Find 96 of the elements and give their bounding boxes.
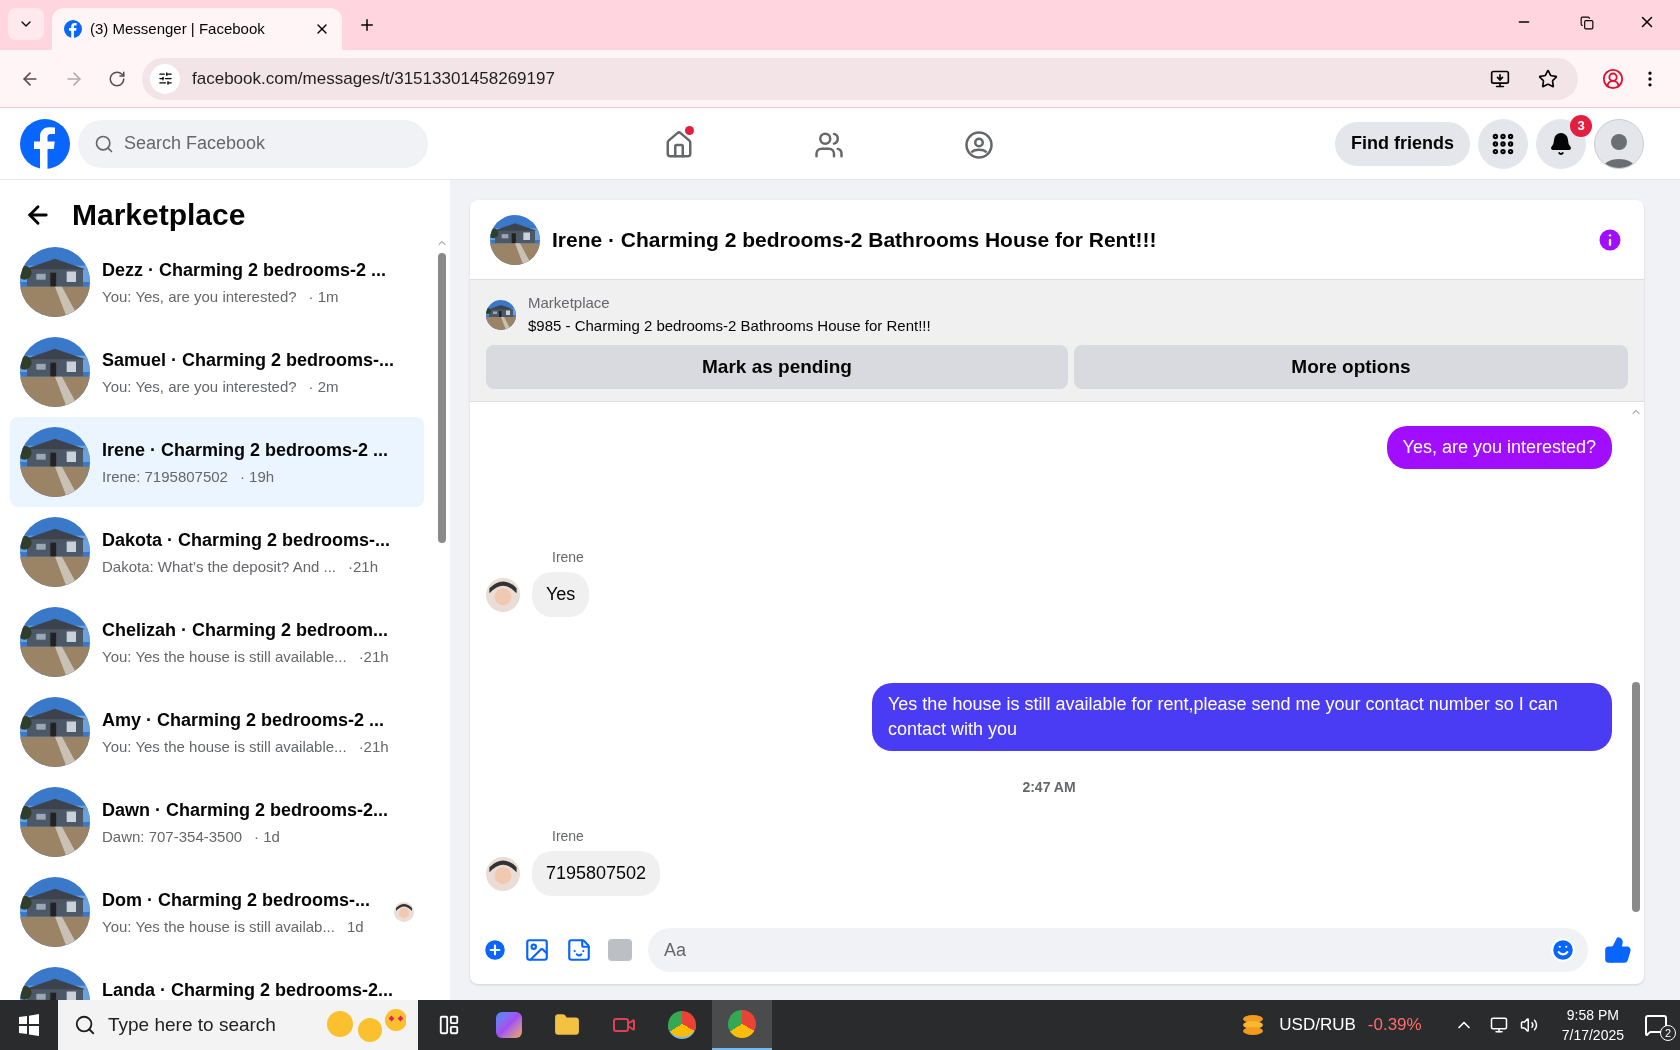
- find-friends-button[interactable]: Find friends: [1335, 121, 1470, 166]
- clock-time: 9:58 PM: [1566, 1006, 1619, 1025]
- task-view-icon[interactable]: [438, 1014, 460, 1036]
- tab-list-button[interactable]: [8, 8, 44, 40]
- sender-name: Irene: [552, 548, 585, 567]
- conversation-title: Irene · Charming 2 bedrooms-2 ...: [102, 439, 390, 462]
- received-message: 7195807502: [532, 851, 661, 896]
- listing-action-button[interactable]: Mark as pending: [486, 345, 1068, 389]
- search-icon: [74, 1014, 96, 1036]
- avatar-icon: [394, 902, 414, 922]
- profile-icon[interactable]: [1602, 67, 1624, 90]
- received-message: Yes: [532, 572, 590, 617]
- sent-message: Yes, are you interested?: [1386, 426, 1612, 469]
- message-preview: You: Yes, are you interested?: [102, 287, 297, 307]
- group-icon[interactable]: [964, 130, 994, 160]
- conversation-title: Samuel · Charming 2 bedrooms-...: [102, 349, 396, 372]
- message-time: ·21h: [358, 647, 389, 667]
- account-button[interactable]: [1594, 118, 1644, 169]
- url-text: facebook.com/messages/t/31513301458269197: [192, 67, 555, 90]
- message-time: · 1m: [308, 287, 339, 307]
- message-time: · 2m: [308, 377, 339, 397]
- conversation-title: Chelizah · Charming 2 bedroom...: [102, 619, 390, 642]
- timestamp: 2:47 AM: [1022, 778, 1076, 797]
- message-time: ·21h: [348, 557, 379, 577]
- message-preview: You: Yes the house is still available...: [102, 647, 347, 667]
- emoji-icon: [326, 1008, 406, 1042]
- bookmark-icon[interactable]: [1538, 68, 1558, 89]
- search-icon: [94, 133, 114, 154]
- add-icon[interactable]: [482, 937, 508, 963]
- logo-icon[interactable]: [20, 118, 70, 169]
- conversation-item[interactable]: Samuel · Charming 2 bedrooms-... You: Yes, are you interested? · 2m: [10, 327, 424, 417]
- sender-name: Irene: [552, 827, 585, 846]
- browser-app-icon[interactable]: [712, 1000, 772, 1050]
- conversation-item[interactable]: Irene · Charming 2 bedrooms-2 ... Irene: 7195807502 · 19h: [10, 417, 424, 507]
- ticker-change: -0.39%: [1367, 1014, 1422, 1037]
- avatar-icon: [486, 577, 520, 612]
- conversation-title: Landa · Charming 2 bedrooms-2...: [102, 979, 395, 1000]
- copilot-icon[interactable]: [496, 1012, 522, 1038]
- notifications-button[interactable]: [1536, 118, 1586, 169]
- conversation-title: Dom · Charming 2 bedrooms-...: [102, 889, 372, 912]
- tab-title: (3) Messenger | Facebook: [90, 18, 266, 39]
- notification-count: 2: [1660, 1025, 1676, 1041]
- sidebar-title: Marketplace: [72, 197, 246, 233]
- menu-button[interactable]: [1478, 118, 1528, 169]
- message-time: ·21h: [358, 737, 389, 757]
- ticker-label: USD/RUB: [1279, 1014, 1356, 1037]
- install-icon[interactable]: [1490, 68, 1510, 89]
- taskbar-search[interactable]: Type here to search: [58, 1000, 418, 1050]
- sent-message: Yes the house is still available for rent,please send me your contact number so I can contact with you: [872, 683, 1612, 751]
- conversation-item[interactable]: Dawn · Charming 2 bedrooms-2... Dawn: 707-354-3500 · 1d: [10, 777, 424, 867]
- browser-app-icon[interactable]: [668, 1011, 696, 1039]
- conversation-item[interactable]: Dezz · Charming 2 bedrooms-2 ... You: Yes, are you interested? · 1m: [10, 237, 424, 327]
- message-preview: You: Yes the house is still available...: [102, 737, 347, 757]
- listing-label: Marketplace: [528, 293, 611, 313]
- message-time: · 1d: [254, 827, 280, 847]
- message-preview: Dawn: 707-354-3500: [102, 827, 243, 847]
- conversation-item[interactable]: Chelizah · Charming 2 bedroom... You: Yes the house is still available... ·21h: [10, 597, 424, 687]
- logo-icon: [64, 20, 82, 38]
- listing-title: $985 - Charming 2 bedrooms-2 Bathrooms House for Rent!!!: [528, 315, 931, 336]
- home-icon[interactable]: [664, 130, 694, 160]
- bell-icon: [1549, 131, 1573, 156]
- conversation-title: Amy · Charming 2 bedrooms-2 ...: [102, 709, 386, 732]
- volume-icon[interactable]: [1519, 1016, 1538, 1034]
- new-tab-icon[interactable]: [358, 16, 376, 34]
- clock-date: 7/17/2025: [1561, 1026, 1624, 1045]
- address-bar[interactable]: facebook.com/messages/t/31513301458269197: [142, 57, 1578, 100]
- message-preview: Dakota: What’s the deposit? And ...: [102, 557, 337, 577]
- like-icon[interactable]: [1604, 936, 1632, 964]
- listing-action-button[interactable]: More options: [1074, 345, 1628, 389]
- scrollbar-thumb[interactable]: [438, 253, 446, 543]
- scrollbar-thumb[interactable]: [1632, 682, 1640, 912]
- sticker-icon[interactable]: [566, 937, 592, 963]
- reload-icon[interactable]: [108, 69, 126, 88]
- chat-title: Irene · Charming 2 bedrooms-2 Bathrooms House for Rent!!!: [552, 226, 1158, 253]
- folder-icon[interactable]: [554, 1012, 580, 1038]
- conversation-title: Dezz · Charming 2 bedrooms-2 ...: [102, 259, 388, 282]
- friends-icon[interactable]: [814, 130, 844, 160]
- message-time: 1d: [346, 917, 364, 937]
- notification-badge: 3: [1570, 114, 1592, 137]
- browser-tab[interactable]: (3) Messenger | Facebook: [52, 8, 342, 50]
- message-preview: Irene: 7195807502: [102, 467, 228, 487]
- message-preview: You: Yes, are you interested?: [102, 377, 297, 397]
- conversation-item[interactable]: Dakota · Charming 2 bedrooms-... Dakota: What’s the deposit? And ... ·21h: [10, 507, 424, 597]
- site-info-icon[interactable]: [150, 63, 180, 94]
- search-field[interactable]: Search Facebook: [78, 119, 428, 168]
- photo-icon[interactable]: [524, 937, 550, 963]
- conversation-title: Dawn · Charming 2 bedrooms-2...: [102, 799, 390, 822]
- conversation-title: Dakota · Charming 2 bedrooms-...: [102, 529, 392, 552]
- conversation-item[interactable]: Amy · Charming 2 bedrooms-2 ... You: Yes the house is still available... ·21h: [10, 687, 424, 777]
- message-time: · 19h: [239, 467, 275, 487]
- message-field[interactable]: Aa: [648, 928, 1588, 972]
- message-preview: You: Yes the house is still availab...: [102, 917, 335, 937]
- restore-icon[interactable]: [1580, 16, 1594, 30]
- avatar-icon: [486, 856, 520, 891]
- network-icon[interactable]: [1489, 1016, 1508, 1034]
- conversation-item[interactable]: Dom · Charming 2 bedrooms-... You: Yes the house is still availab... 1d: [10, 867, 424, 957]
